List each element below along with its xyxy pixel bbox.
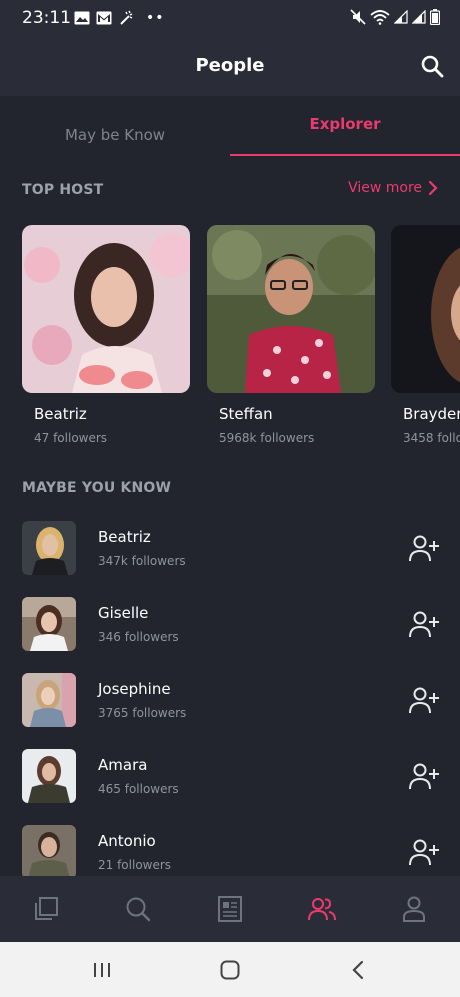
top-host-carousel[interactable]: Beatriz 47 followers Steffan 5968k follo… [22, 225, 460, 455]
add-friend-button[interactable] [408, 761, 440, 793]
news-icon [218, 896, 242, 922]
top-host-heading: TOP HOST [22, 182, 104, 198]
avatar-image [22, 825, 76, 876]
host-followers: 47 followers [34, 431, 108, 445]
status-bar: 23:11 •• [0, 0, 460, 36]
list-item[interactable]: Giselle 346 followers [0, 581, 460, 657]
search-icon [421, 55, 444, 78]
host-name: Brayden [403, 405, 460, 423]
person-name: Amara [98, 756, 148, 774]
nav-search[interactable] [123, 894, 153, 924]
search-icon [126, 897, 151, 922]
people-icon [308, 898, 336, 921]
app-header: People [0, 36, 460, 96]
avatar[interactable] [22, 825, 76, 876]
host-name: Steffan [219, 405, 273, 423]
tab-explorer[interactable]: Explorer [230, 96, 460, 156]
more-dots-icon: •• [146, 10, 165, 26]
portrait-image [207, 225, 375, 393]
feed-icon [35, 897, 58, 920]
tab-may-be-know[interactable]: May be Know [0, 96, 230, 156]
add-user-icon [409, 763, 439, 790]
host-card[interactable]: Steffan 5968k followers [207, 225, 375, 445]
portrait-image [22, 225, 190, 393]
host-name: Beatriz [34, 405, 87, 423]
person-name: Giselle [98, 604, 149, 622]
nav-profile[interactable] [399, 894, 429, 924]
add-friend-button[interactable] [408, 533, 440, 565]
profile-icon [403, 896, 425, 922]
system-nav-bar [0, 942, 460, 997]
avatar[interactable] [22, 597, 76, 651]
avatar-image [22, 673, 76, 727]
add-friend-button[interactable] [408, 609, 440, 641]
maybe-you-know-heading: MAYBE YOU KNOW [22, 480, 172, 496]
host-followers: 3458 followers [403, 431, 460, 445]
people-list: Beatriz 347k followers Giselle 346 follo… [0, 505, 460, 876]
host-card[interactable]: Brayden 3458 followers [391, 225, 460, 445]
person-followers: 347k followers [98, 554, 186, 568]
view-more-link[interactable]: View more [348, 180, 438, 196]
host-card[interactable]: Beatriz 47 followers [22, 225, 190, 445]
person-name: Josephine [98, 680, 171, 698]
add-friend-button[interactable] [408, 837, 440, 869]
add-user-icon [409, 839, 439, 866]
person-followers: 465 followers [98, 782, 179, 796]
avatar[interactable] [22, 673, 76, 727]
recent-apps-button[interactable] [90, 958, 114, 982]
status-time: 23:11 [22, 8, 71, 28]
portrait-image [391, 225, 460, 393]
person-followers: 21 followers [98, 858, 172, 872]
tab-active-indicator [230, 154, 460, 156]
tab-label: May be Know [64, 126, 166, 144]
host-photo[interactable] [207, 225, 375, 393]
view-more-label: View more [348, 180, 422, 196]
avatar-image [22, 597, 76, 651]
battery-icon [430, 9, 440, 25]
nav-feed[interactable] [31, 894, 61, 924]
bottom-nav [0, 876, 460, 942]
avatar-image [22, 521, 76, 575]
list-item[interactable]: Amara 465 followers [0, 733, 460, 809]
tab-bar: May be Know Explorer [0, 96, 460, 156]
add-user-icon [409, 687, 439, 714]
back-button[interactable] [347, 958, 371, 982]
gmail-icon [96, 11, 112, 25]
person-name: Antonio [98, 832, 156, 850]
signal-icon [412, 10, 426, 24]
image-icon [74, 11, 90, 25]
host-photo[interactable] [22, 225, 190, 393]
home-icon [220, 960, 240, 980]
list-item[interactable]: Josephine 3765 followers [0, 657, 460, 733]
avatar[interactable] [22, 521, 76, 575]
person-followers: 3765 followers [98, 706, 187, 720]
home-button[interactable] [218, 958, 242, 982]
mute-icon [350, 9, 366, 25]
add-user-icon [409, 611, 439, 638]
add-friend-button[interactable] [408, 685, 440, 717]
person-name: Beatriz [98, 528, 151, 546]
host-followers: 5968k followers [219, 431, 315, 445]
magic-wand-icon [120, 10, 133, 25]
chevron-right-icon [428, 180, 438, 196]
search-button[interactable] [418, 52, 446, 80]
nav-people[interactable] [307, 894, 337, 924]
tab-label: Explorer [309, 115, 381, 133]
signal-icon [394, 10, 408, 24]
avatar-image [22, 749, 76, 803]
avatar[interactable] [22, 749, 76, 803]
add-user-icon [409, 535, 439, 562]
back-icon [352, 960, 364, 980]
list-item[interactable]: Antonio 21 followers [0, 809, 460, 876]
wifi-icon [370, 10, 390, 25]
person-followers: 346 followers [98, 630, 179, 644]
recent-apps-icon [94, 963, 110, 977]
list-item[interactable]: Beatriz 347k followers [0, 505, 460, 581]
page-title: People [195, 55, 265, 76]
host-photo[interactable] [391, 225, 460, 393]
nav-news[interactable] [215, 894, 245, 924]
